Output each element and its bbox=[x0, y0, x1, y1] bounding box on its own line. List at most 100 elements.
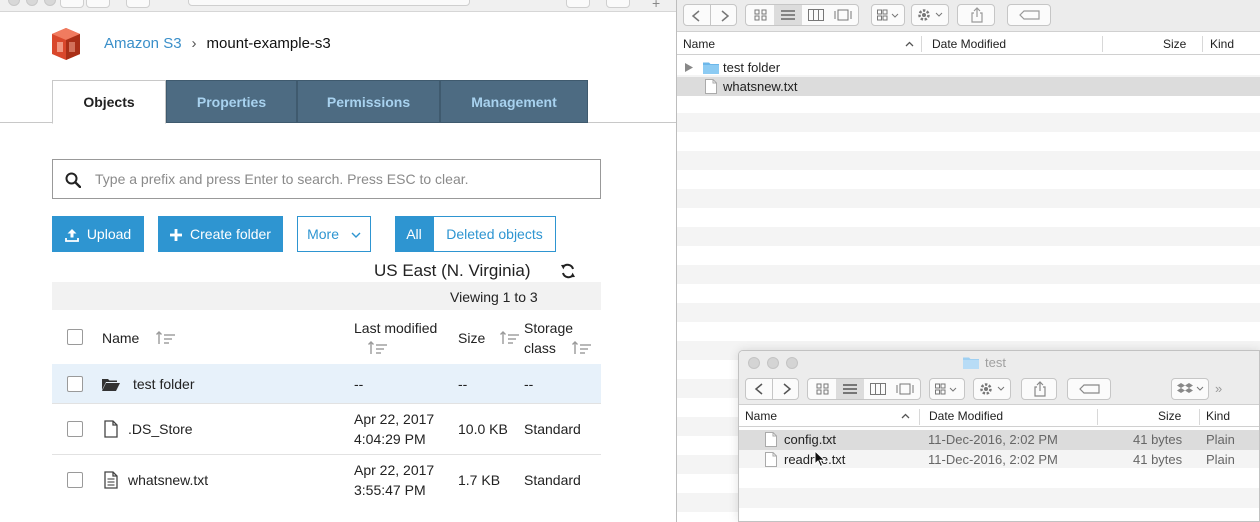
sidebar-toggle-button[interactable] bbox=[126, 0, 150, 8]
finder-item-date: 11-Dec-2016, 2:02 PM bbox=[928, 452, 1058, 467]
refresh-icon[interactable] bbox=[560, 263, 576, 279]
sort-ascending-icon bbox=[905, 41, 914, 47]
create-folder-button[interactable]: Create folder bbox=[158, 216, 283, 252]
window-zoom-button[interactable] bbox=[44, 0, 56, 6]
tab-properties[interactable]: Properties bbox=[166, 80, 297, 123]
tab-permissions[interactable]: Permissions bbox=[297, 80, 440, 123]
arrange-button[interactable] bbox=[871, 4, 905, 26]
share-button[interactable] bbox=[1021, 378, 1057, 400]
finder-header-size[interactable]: Size bbox=[1158, 409, 1181, 423]
share-button[interactable] bbox=[566, 0, 590, 8]
gallery-view-icon[interactable] bbox=[834, 9, 852, 21]
list-item[interactable]: test folder bbox=[677, 58, 1260, 77]
search-icon bbox=[65, 172, 81, 188]
disclosure-triangle-icon[interactable] bbox=[685, 63, 693, 72]
window-close-button[interactable] bbox=[748, 357, 760, 369]
dropbox-icon bbox=[1177, 383, 1204, 393]
tab-objects[interactable]: Objects bbox=[52, 80, 166, 124]
browser-back-button[interactable] bbox=[60, 0, 84, 8]
list-item[interactable]: config.txt 11-Dec-2016, 2:02 PM 41 bytes… bbox=[739, 430, 1259, 450]
window-minimize-button[interactable] bbox=[767, 357, 779, 369]
back-arrow-icon[interactable] bbox=[754, 383, 764, 395]
tab-permissions-label: Permissions bbox=[326, 94, 411, 110]
tags-button[interactable] bbox=[1067, 378, 1111, 400]
arrange-button[interactable] bbox=[929, 378, 965, 400]
column-view-icon[interactable] bbox=[808, 9, 824, 21]
column-header-last-modified[interactable]: Last modified bbox=[354, 318, 437, 338]
icon-view-icon[interactable] bbox=[816, 383, 830, 395]
object-storage-class: -- bbox=[524, 376, 534, 392]
address-bar[interactable] bbox=[188, 0, 470, 6]
more-button-label: More bbox=[307, 226, 339, 242]
tags-button[interactable] bbox=[1007, 4, 1051, 26]
icon-view-icon[interactable] bbox=[754, 9, 768, 21]
column-header-name[interactable]: Name bbox=[102, 328, 139, 348]
tab-objects-label: Objects bbox=[83, 94, 135, 110]
action-gear-button[interactable] bbox=[973, 378, 1011, 400]
upload-button-label: Upload bbox=[86, 226, 132, 242]
list-view-icon[interactable] bbox=[781, 9, 795, 21]
object-storage-class: Standard bbox=[524, 472, 581, 488]
table-row[interactable]: test folder -- -- -- bbox=[52, 364, 601, 404]
finder-header-size[interactable]: Size bbox=[1163, 37, 1186, 51]
search-input[interactable] bbox=[95, 168, 585, 190]
finder-window-test: test » Name Date Modified Size Kind conf… bbox=[738, 350, 1260, 522]
filter-all-button[interactable]: All bbox=[395, 216, 433, 252]
gear-icon bbox=[980, 383, 1005, 395]
object-name-link[interactable]: test folder bbox=[133, 374, 194, 394]
row-checkbox[interactable] bbox=[67, 472, 83, 488]
table-row[interactable]: whatsnew.txt Apr 22, 2017 3:55:47 PM 1.7… bbox=[52, 455, 601, 506]
upload-button[interactable]: Upload bbox=[52, 216, 144, 252]
column-header-size[interactable]: Size bbox=[458, 328, 485, 348]
finder-header-kind[interactable]: Kind bbox=[1210, 37, 1234, 51]
tab-management[interactable]: Management bbox=[440, 80, 588, 123]
sort-storage-class-icon[interactable] bbox=[572, 340, 592, 356]
finder-header-name[interactable]: Name bbox=[745, 409, 777, 423]
filter-deleted-objects-button[interactable]: Deleted objects bbox=[433, 216, 556, 252]
sort-name-icon[interactable] bbox=[156, 330, 176, 346]
select-all-checkbox[interactable] bbox=[67, 329, 83, 345]
window-minimize-button[interactable] bbox=[26, 0, 38, 6]
row-checkbox[interactable] bbox=[67, 376, 83, 392]
forward-arrow-icon[interactable] bbox=[782, 383, 792, 395]
window-close-button[interactable] bbox=[8, 0, 20, 6]
list-view-icon[interactable] bbox=[843, 383, 857, 395]
new-tab-icon[interactable]: + bbox=[652, 0, 660, 10]
finder-item-size: 41 bytes bbox=[1133, 432, 1183, 447]
row-checkbox[interactable] bbox=[67, 421, 83, 437]
upload-icon bbox=[64, 229, 79, 243]
object-name-link[interactable]: whatsnew.txt bbox=[128, 470, 208, 490]
tabs-button[interactable] bbox=[606, 0, 630, 8]
view-mode-selector bbox=[745, 4, 859, 26]
folder-icon bbox=[963, 357, 979, 369]
sort-size-icon[interactable] bbox=[500, 330, 520, 346]
tag-icon bbox=[1019, 10, 1040, 20]
column-view-icon[interactable] bbox=[870, 383, 886, 395]
back-arrow-icon[interactable] bbox=[691, 10, 701, 22]
browser-forward-button[interactable] bbox=[86, 0, 110, 8]
plus-icon bbox=[170, 229, 183, 242]
gallery-view-icon[interactable] bbox=[896, 383, 914, 395]
sort-last-modified-icon[interactable] bbox=[368, 340, 388, 356]
column-header-storage[interactable]: Storage bbox=[524, 318, 573, 338]
dropbox-button[interactable] bbox=[1171, 378, 1209, 400]
toolbar-overflow-icon[interactable]: » bbox=[1215, 381, 1222, 396]
more-dropdown-button[interactable]: More bbox=[297, 216, 371, 252]
window-zoom-button[interactable] bbox=[786, 357, 798, 369]
table-row[interactable]: .DS_Store Apr 22, 2017 4:04:29 PM 10.0 K… bbox=[52, 404, 601, 455]
finder-header-date-modified[interactable]: Date Modified bbox=[929, 409, 1003, 423]
column-header-storage-class[interactable]: class bbox=[524, 338, 556, 358]
breadcrumb-amazon-s3-link[interactable]: Amazon S3 bbox=[104, 35, 182, 52]
forward-arrow-icon[interactable] bbox=[720, 10, 730, 22]
finder-header-kind[interactable]: Kind bbox=[1206, 409, 1230, 423]
action-gear-button[interactable] bbox=[911, 4, 949, 26]
finder-header-name[interactable]: Name bbox=[683, 37, 715, 51]
breadcrumb-separator: › bbox=[191, 35, 197, 52]
finder-item-name: config.txt bbox=[784, 432, 837, 447]
finder-header-date-modified[interactable]: Date Modified bbox=[932, 37, 1006, 51]
share-button[interactable] bbox=[957, 4, 995, 26]
list-item[interactable]: whatsnew.txt bbox=[677, 77, 1260, 96]
object-name-link[interactable]: .DS_Store bbox=[128, 419, 193, 439]
finder-item-name: whatsnew.txt bbox=[723, 79, 798, 94]
finder-toolbar: » bbox=[739, 375, 1259, 405]
